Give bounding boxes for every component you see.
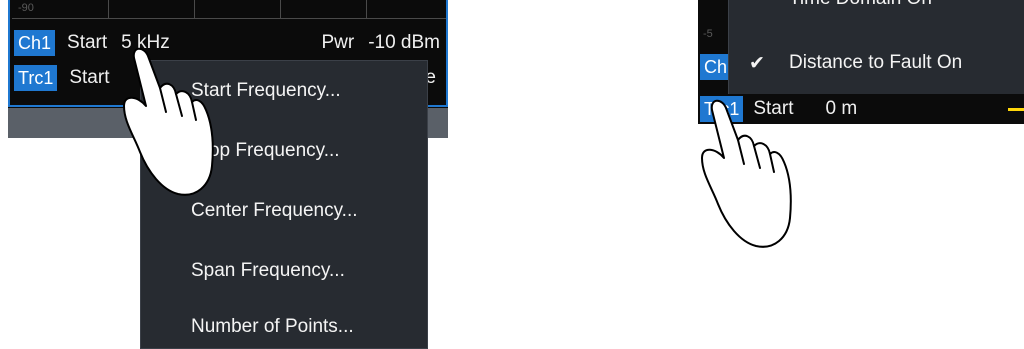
start-value[interactable]: 0 m xyxy=(825,98,857,120)
menu-item-center-frequency[interactable]: Center Frequency... xyxy=(191,200,358,222)
menu-item-span-frequency[interactable]: Span Frequency... xyxy=(191,260,345,282)
transform-context-menu: Time Domain On ✔ Distance to Fault On xyxy=(728,0,1024,94)
grid-tick-label: -5 xyxy=(703,28,713,40)
check-icon: ✔ xyxy=(749,53,765,74)
pointing-hand-icon xyxy=(701,99,792,248)
channel-badge-partial[interactable]: Ch xyxy=(700,54,732,80)
trace-color-marker xyxy=(1008,108,1024,111)
pointing-hand-icon xyxy=(123,47,214,196)
menu-item-distance-to-fault[interactable]: Distance to Fault On xyxy=(789,52,962,74)
menu-item-number-of-points[interactable]: Number of Points... xyxy=(191,316,354,338)
menu-item-time-domain[interactable]: Time Domain On xyxy=(789,0,932,10)
